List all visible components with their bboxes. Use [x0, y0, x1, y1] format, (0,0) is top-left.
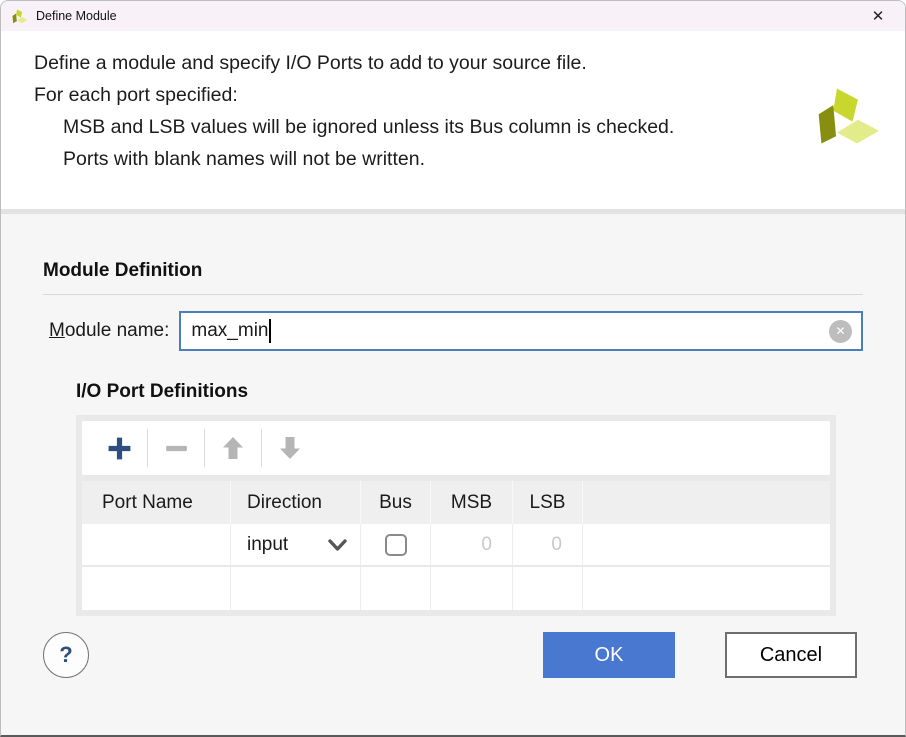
module-name-value: max_min	[191, 320, 268, 342]
arrow-down-icon	[277, 435, 303, 461]
table-row: input 0 0	[82, 524, 830, 567]
dialog-body: Module Definition Module name: max_min ✕…	[1, 214, 905, 735]
io-port-definitions-heading: I/O Port Definitions	[76, 381, 863, 403]
move-port-up-button[interactable]	[210, 425, 256, 471]
move-port-down-button[interactable]	[267, 425, 313, 471]
table-header-row: Port Name Direction Bus MSB LSB	[82, 481, 830, 524]
io-port-table: Port Name Direction Bus MSB LSB input 0 …	[76, 415, 836, 616]
filler-cell	[582, 524, 830, 565]
column-header-direction[interactable]: Direction	[230, 481, 360, 524]
port-table-toolbar	[82, 421, 830, 475]
column-header-msb[interactable]: MSB	[430, 481, 512, 524]
dialog-description: Define a module and specify I/O Ports to…	[1, 31, 905, 209]
minus-icon	[163, 435, 190, 462]
toolbar-separator	[204, 429, 205, 467]
toolbar-separator	[147, 429, 148, 467]
lsb-cell[interactable]: 0	[512, 524, 582, 565]
dialog-footer: ? OK Cancel	[43, 632, 857, 678]
description-line-2: For each port specified:	[34, 79, 795, 111]
cancel-button[interactable]: Cancel	[725, 632, 857, 678]
titlebar: Define Module ✕	[1, 1, 905, 31]
close-icon[interactable]: ✕	[863, 3, 893, 29]
vivado-icon	[11, 9, 28, 24]
text-caret	[269, 319, 271, 343]
port-name-cell[interactable]	[82, 567, 230, 610]
help-button[interactable]: ?	[43, 632, 89, 678]
column-header-filler	[582, 481, 830, 524]
lsb-cell[interactable]	[512, 567, 582, 610]
description-line-3: MSB and LSB values will be ignored unles…	[34, 111, 795, 143]
column-header-port-name[interactable]: Port Name	[82, 481, 230, 524]
window-title: Define Module	[36, 9, 117, 23]
direction-value: input	[247, 534, 288, 556]
bus-cell[interactable]	[360, 567, 430, 610]
module-name-label: Module name:	[43, 320, 169, 342]
direction-cell[interactable]	[230, 567, 360, 610]
add-port-button[interactable]	[96, 425, 142, 471]
table-row	[82, 567, 830, 610]
msb-cell[interactable]: 0	[430, 524, 512, 565]
ok-button[interactable]: OK	[543, 632, 675, 678]
description-line-4: Ports with blank names will not be writt…	[34, 143, 795, 175]
msb-cell[interactable]	[430, 567, 512, 610]
port-name-cell[interactable]	[82, 524, 230, 565]
bus-cell[interactable]	[360, 524, 430, 565]
toolbar-separator	[261, 429, 262, 467]
define-module-dialog: Define Module ✕ Define a module and spec…	[0, 0, 906, 737]
filler-cell	[582, 567, 830, 610]
clear-input-icon[interactable]: ✕	[829, 320, 852, 343]
column-header-lsb[interactable]: LSB	[512, 481, 582, 524]
plus-icon	[106, 435, 133, 462]
chevron-down-icon	[328, 538, 347, 552]
module-name-input[interactable]: max_min ✕	[179, 311, 863, 351]
direction-select[interactable]: input	[230, 524, 360, 565]
module-definition-heading: Module Definition	[43, 260, 863, 282]
column-header-bus[interactable]: Bus	[360, 481, 430, 524]
bus-checkbox[interactable]	[385, 534, 407, 556]
module-name-row: Module name: max_min ✕	[43, 311, 863, 351]
description-line-1: Define a module and specify I/O Ports to…	[34, 47, 795, 79]
arrow-up-icon	[220, 435, 246, 461]
vivado-logo	[815, 83, 879, 151]
section-rule	[43, 294, 863, 295]
remove-port-button[interactable]	[153, 425, 199, 471]
